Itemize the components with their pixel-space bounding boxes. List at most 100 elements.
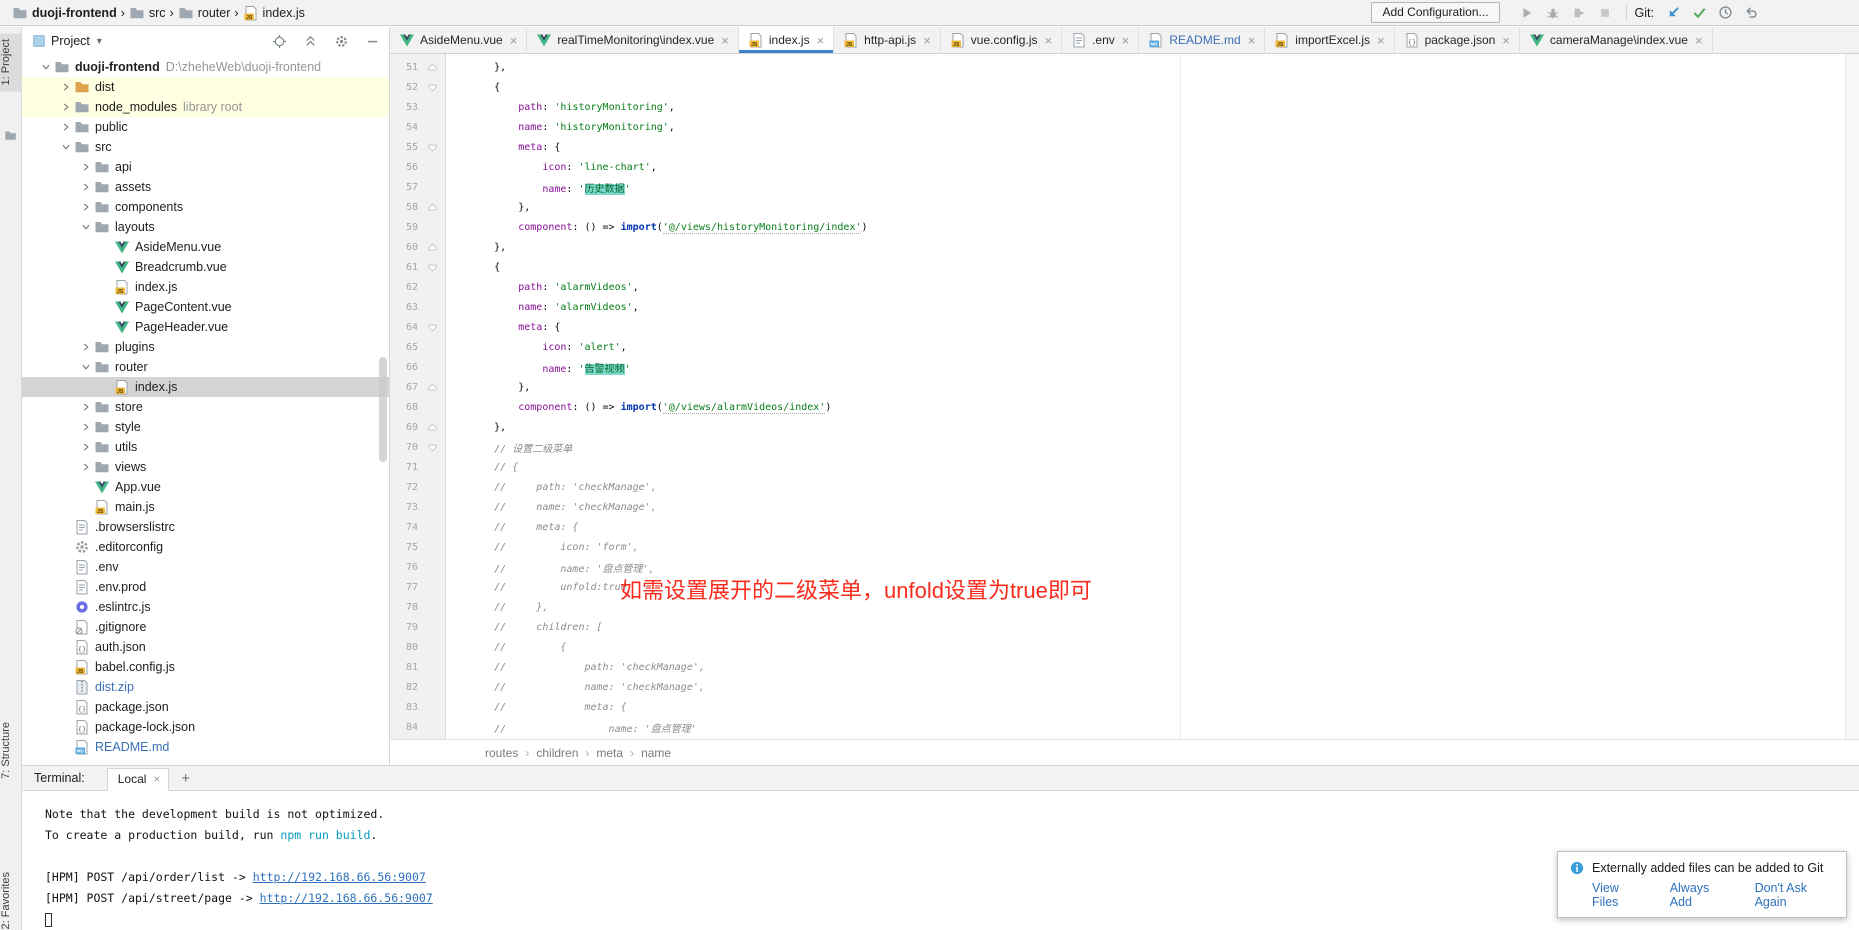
- collapse-all-icon[interactable]: [301, 32, 319, 50]
- tree-item-app.vue[interactable]: App.vue: [22, 477, 389, 497]
- stop-icon[interactable]: [1596, 4, 1614, 22]
- tree-chevron-open-icon[interactable]: [58, 139, 74, 155]
- project-panel-title[interactable]: Project: [51, 34, 90, 48]
- breadcrumb-item[interactable]: src: [129, 5, 166, 21]
- tool-stripe-favorites-button[interactable]: 2: Favorites: [0, 872, 22, 929]
- tab-close-icon[interactable]: ×: [1500, 34, 1510, 47]
- rollback-icon[interactable]: [1742, 4, 1760, 22]
- tree-item-store[interactable]: store: [22, 397, 389, 417]
- tree-chevron-closed-icon[interactable]: [78, 199, 94, 215]
- tree-item-style[interactable]: style: [22, 417, 389, 437]
- editor-breadcrumb-children[interactable]: children: [536, 746, 578, 760]
- tree-item-api[interactable]: api: [22, 157, 389, 177]
- terminal-link[interactable]: http://192.168.66.56:9007: [260, 891, 433, 905]
- tree-item-index.js[interactable]: JSindex.js: [22, 377, 389, 397]
- project-panel-scrollbar[interactable]: [379, 357, 387, 462]
- notification-action-view-files[interactable]: View Files: [1592, 881, 1644, 909]
- editor-tab-importexcel.js[interactable]: JSimportExcel.js×: [1265, 27, 1394, 53]
- tab-close-icon[interactable]: ×: [1375, 34, 1385, 47]
- tree-item-pageheader.vue[interactable]: PageHeader.vue: [22, 317, 389, 337]
- tree-item-dist.zip[interactable]: dist.zip: [22, 677, 389, 697]
- code-editor[interactable]: 51 },52 {53 path: 'historyMonitoring',54…: [390, 54, 1845, 739]
- chevron-down-icon[interactable]: ▼: [95, 36, 104, 46]
- editor-tab-http-api.js[interactable]: JShttp-api.js×: [834, 27, 941, 53]
- close-icon[interactable]: ×: [153, 772, 160, 786]
- tab-close-icon[interactable]: ×: [1246, 34, 1256, 47]
- tree-item-package.json[interactable]: {}package.json: [22, 697, 389, 717]
- editor-breadcrumb-name[interactable]: name: [641, 746, 671, 760]
- tree-item-breadcrumb.vue[interactable]: Breadcrumb.vue: [22, 257, 389, 277]
- fold-marker-icon[interactable]: [418, 79, 446, 95]
- tree-item-assets[interactable]: assets: [22, 177, 389, 197]
- tree-item-components[interactable]: components: [22, 197, 389, 217]
- tree-item-nodemodules[interactable]: node_modules library root: [22, 97, 389, 117]
- tree-item-plugins[interactable]: plugins: [22, 337, 389, 357]
- new-terminal-session-icon[interactable]: +: [181, 770, 190, 787]
- tree-item-duoji-frontend[interactable]: duoji-frontend D:\zheheWeb\duoji-fronten…: [22, 57, 389, 77]
- tree-item-utils[interactable]: utils: [22, 437, 389, 457]
- fold-marker-icon[interactable]: [418, 239, 446, 255]
- tree-item-pagecontent.vue[interactable]: PageContent.vue: [22, 297, 389, 317]
- tree-item-asidemenu.vue[interactable]: AsideMenu.vue: [22, 237, 389, 257]
- tree-item-.env.prod[interactable]: .env.prod: [22, 577, 389, 597]
- breadcrumb-item[interactable]: duoji-frontend: [12, 5, 117, 21]
- project-view-icon[interactable]: [32, 34, 46, 48]
- hide-panel-icon[interactable]: [363, 32, 381, 50]
- add-configuration-button[interactable]: Add Configuration...: [1371, 2, 1499, 23]
- tree-item-auth.json[interactable]: {}auth.json: [22, 637, 389, 657]
- tree-chevron-closed-icon[interactable]: [78, 419, 94, 435]
- tree-chevron-open-icon[interactable]: [38, 59, 54, 75]
- run-icon[interactable]: [1518, 4, 1536, 22]
- tree-chevron-closed-icon[interactable]: [58, 119, 74, 135]
- tree-item-index.js[interactable]: JSindex.js: [22, 277, 389, 297]
- editor-tab-realtimemonitoring-index.vue[interactable]: realTimeMonitoring\index.vue×: [527, 27, 739, 53]
- editor-scrollbar[interactable]: [1845, 54, 1859, 739]
- tree-chevron-closed-icon[interactable]: [78, 399, 94, 415]
- breadcrumb-item[interactable]: JSindex.js: [243, 5, 305, 21]
- notification-action-always-add[interactable]: Always Add: [1670, 881, 1729, 909]
- tab-close-icon[interactable]: ×: [1042, 34, 1052, 47]
- tree-chevron-closed-icon[interactable]: [58, 99, 74, 115]
- tree-item-babel.config.js[interactable]: JSbabel.config.js: [22, 657, 389, 677]
- tree-item-router[interactable]: router: [22, 357, 389, 377]
- tool-stripe-structure-button[interactable]: 7: Structure: [0, 722, 22, 779]
- tree-item-.gitignore[interactable]: .gitignore: [22, 617, 389, 637]
- tab-close-icon[interactable]: ×: [1693, 34, 1703, 47]
- tree-chevron-closed-icon[interactable]: [78, 439, 94, 455]
- breadcrumb-item[interactable]: router: [178, 5, 231, 21]
- fold-marker-icon[interactable]: [418, 259, 446, 275]
- editor-tab-package.json[interactable]: {}package.json×: [1395, 27, 1520, 53]
- tree-item-layouts[interactable]: layouts: [22, 217, 389, 237]
- git-update-icon[interactable]: [1664, 4, 1682, 22]
- tree-item-views[interactable]: views: [22, 457, 389, 477]
- tree-chevron-closed-icon[interactable]: [78, 339, 94, 355]
- tree-item-main.js[interactable]: JSmain.js: [22, 497, 389, 517]
- tree-chevron-closed-icon[interactable]: [78, 179, 94, 195]
- tab-close-icon[interactable]: ×: [1120, 34, 1130, 47]
- editor-tab-asidemenu.vue[interactable]: AsideMenu.vue×: [390, 27, 527, 53]
- tree-chevron-open-icon[interactable]: [78, 359, 94, 375]
- terminal-link[interactable]: http://192.168.66.56:9007: [253, 870, 426, 884]
- history-icon[interactable]: [1716, 4, 1734, 22]
- fold-marker-icon[interactable]: [418, 379, 446, 395]
- editor-breadcrumb-meta[interactable]: meta: [596, 746, 623, 760]
- editor-tab-cameramanage-index.vue[interactable]: cameraManage\index.vue×: [1520, 27, 1713, 53]
- editor-tab-vue.config.js[interactable]: JSvue.config.js×: [941, 27, 1062, 53]
- fold-marker-icon[interactable]: [418, 439, 446, 455]
- tree-item-.env[interactable]: .env: [22, 557, 389, 577]
- git-commit-icon[interactable]: [1690, 4, 1708, 22]
- debug-icon[interactable]: [1544, 4, 1562, 22]
- fold-marker-icon[interactable]: [418, 59, 446, 75]
- editor-tab-index.js[interactable]: JSindex.js×: [739, 27, 834, 53]
- tree-item-src[interactable]: src: [22, 137, 389, 157]
- tab-close-icon[interactable]: ×: [815, 34, 825, 47]
- editor-tab-.env[interactable]: .env×: [1062, 27, 1139, 53]
- terminal-tab-local[interactable]: Local ×: [107, 768, 170, 791]
- tree-item-readme.md[interactable]: MDREADME.md: [22, 737, 389, 757]
- tree-item-.eslintrc.js[interactable]: .eslintrc.js: [22, 597, 389, 617]
- tree-chevron-closed-icon[interactable]: [58, 79, 74, 95]
- notification-action-don-t-ask-again[interactable]: Don't Ask Again: [1755, 881, 1834, 909]
- fold-marker-icon[interactable]: [418, 199, 446, 215]
- tree-item-public[interactable]: public: [22, 117, 389, 137]
- editor-tab-readme.md[interactable]: MDREADME.md×: [1139, 27, 1265, 53]
